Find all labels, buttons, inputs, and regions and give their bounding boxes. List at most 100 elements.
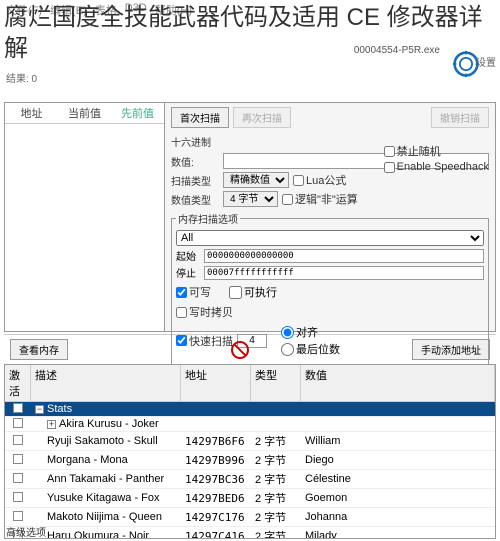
writable-label: 可写 [189, 284, 211, 300]
first-scan-button[interactable]: 首次扫描 [171, 107, 229, 128]
row-addr: 14297C176 [181, 510, 251, 525]
row-type: 2 字节 [251, 489, 301, 507]
row-addr [181, 423, 251, 425]
executable-label: 可执行 [244, 284, 277, 300]
scan-type-label: 扫描类型 [171, 173, 219, 188]
cow-checkbox[interactable] [176, 307, 187, 318]
table-row[interactable]: Morgana - Mona 14297B996 2 字节 Diego [5, 451, 495, 470]
row-activate-checkbox[interactable] [13, 435, 23, 445]
memory-region-select[interactable]: All [176, 230, 484, 246]
row-value: Milady [301, 529, 495, 539]
last-digits-label: 最后位数 [296, 341, 340, 357]
row-desc: Morgana - Mona [31, 453, 181, 467]
undo-scan-button: 撤销扫描 [431, 107, 489, 128]
row-type: 2 字节 [251, 432, 301, 450]
th-address[interactable]: 地址 [181, 365, 251, 401]
row-value: Johanna [301, 510, 495, 524]
value-type-label: 数值类型 [171, 192, 219, 207]
enable-speedhack-label: Enable Speedhack [397, 161, 489, 173]
lua-formula-label: Lua公式 [306, 172, 346, 188]
row-activate-checkbox[interactable] [13, 454, 23, 464]
row-value: Goemon [301, 491, 495, 505]
row-addr: 14297BED6 [181, 491, 251, 506]
row-desc: Stats [47, 403, 72, 415]
row-desc: Yusuke Kitagawa - Fox [31, 491, 181, 505]
row-type: 2 字节 [251, 451, 301, 469]
row-value: Diego [301, 453, 495, 467]
value-type-select[interactable]: 4 字节 [223, 191, 278, 207]
menu-d3d[interactable]: D3D [125, 2, 147, 18]
value-label: 数值: [171, 154, 219, 169]
disable-random-checkbox[interactable] [384, 146, 395, 157]
result-count-label: 结果: 0 [6, 70, 37, 85]
table-row[interactable]: Haru Okumura - Noir 14297C416 2 字节 Milad… [5, 527, 495, 539]
lua-formula-checkbox[interactable] [293, 175, 304, 186]
executable-checkbox[interactable] [229, 286, 242, 299]
enable-speedhack-checkbox[interactable] [384, 162, 395, 173]
row-activate-checkbox[interactable] [13, 473, 23, 483]
table-row[interactable]: Ryuji Sakamoto - Skull 14297B6F6 2 字节 Wi… [5, 432, 495, 451]
th-type[interactable]: 类型 [251, 365, 301, 401]
row-type [251, 423, 301, 425]
start-address-input[interactable] [204, 249, 484, 263]
col-address[interactable]: 地址 [5, 103, 58, 123]
row-desc: +Akira Kurusu - Joker [31, 417, 181, 431]
row-desc: Makoto Niijima - Queen [31, 510, 181, 524]
cheat-table[interactable]: 激活 描述 地址 类型 数值 −Stats +Akira Kurusu - Jo… [4, 364, 496, 539]
results-panel: 地址 当前值 先前值 [5, 103, 165, 331]
row-value: Célestine [301, 472, 495, 486]
row-type: 2 字节 [251, 527, 301, 539]
attached-process-name[interactable]: 00004554-P5R.exe [354, 45, 440, 56]
memory-scan-options: 内存扫描选项 All 起始 停止 可写 可执行 写时拷贝 快速扫描 对齐 [171, 211, 489, 384]
expand-icon[interactable]: + [47, 420, 56, 429]
menu-help[interactable]: 帮助(H) [155, 2, 192, 18]
writable-checkbox[interactable] [176, 287, 187, 298]
cow-label: 写时拷贝 [189, 304, 233, 320]
row-addr: 14297C416 [181, 529, 251, 540]
table-row[interactable]: +Akira Kurusu - Joker [5, 417, 495, 432]
th-description[interactable]: 描述 [31, 365, 181, 401]
row-activate-checkbox[interactable] [13, 511, 23, 521]
row-activate-checkbox[interactable] [13, 418, 23, 428]
not-calc-checkbox[interactable] [282, 194, 293, 205]
stop-label: 停止 [176, 265, 200, 280]
stop-address-input[interactable] [204, 266, 484, 280]
table-row[interactable]: Ann Takamaki - Panther 14297BC36 2 字节 Cé… [5, 470, 495, 489]
row-value [301, 423, 495, 425]
table-row[interactable]: Yusuke Kitagawa - Fox 14297BED6 2 字节 Goe… [5, 489, 495, 508]
settings-button[interactable]: 设置 [476, 54, 496, 69]
last-digits-radio[interactable] [281, 343, 294, 356]
no-entry-icon[interactable] [231, 341, 249, 359]
menu-file[interactable]: 文件(F) [6, 2, 42, 18]
col-previous-value[interactable]: 先前值 [111, 103, 164, 123]
table-row[interactable]: Makoto Niijima - Queen 14297C176 2 字节 Jo… [5, 508, 495, 527]
th-value[interactable]: 数值 [301, 365, 495, 401]
results-list[interactable] [5, 124, 164, 331]
menu-edit[interactable]: 编辑(E) [50, 2, 87, 18]
advanced-options-button[interactable]: 高级选项 [6, 524, 46, 539]
th-active[interactable]: 激活 [5, 365, 31, 401]
scan-type-select[interactable]: 精确数值 [223, 172, 289, 188]
fast-scan-checkbox[interactable] [176, 335, 187, 346]
menu-bar: 文件(F) 编辑(E) 表格 D3D 帮助(H) [0, 0, 500, 20]
disable-random-label: 禁止随机 [397, 143, 441, 159]
start-label: 起始 [176, 248, 200, 263]
row-addr: 14297BC36 [181, 472, 251, 487]
menu-table[interactable]: 表格 [95, 2, 117, 18]
row-desc: Ann Takamaki - Panther [31, 472, 181, 486]
fast-scan-label: 快速扫描 [189, 333, 233, 349]
row-activate-checkbox[interactable] [13, 492, 23, 502]
col-current-value[interactable]: 当前值 [58, 103, 111, 123]
view-memory-button[interactable]: 查看内存 [10, 339, 68, 360]
row-addr: 14297B996 [181, 453, 251, 468]
row-type: 2 字节 [251, 470, 301, 488]
not-calc-label: 逻辑"非"运算 [295, 191, 358, 207]
row-activate-checkbox[interactable] [13, 403, 23, 413]
row-desc: Ryuji Sakamoto - Skull [31, 434, 181, 448]
row-type: 2 字节 [251, 508, 301, 526]
table-row[interactable]: −Stats [5, 402, 495, 417]
row-value: William [301, 434, 495, 448]
collapse-icon[interactable]: − [35, 405, 44, 414]
next-scan-button: 再次扫描 [233, 107, 291, 128]
align-radio[interactable] [281, 326, 294, 339]
